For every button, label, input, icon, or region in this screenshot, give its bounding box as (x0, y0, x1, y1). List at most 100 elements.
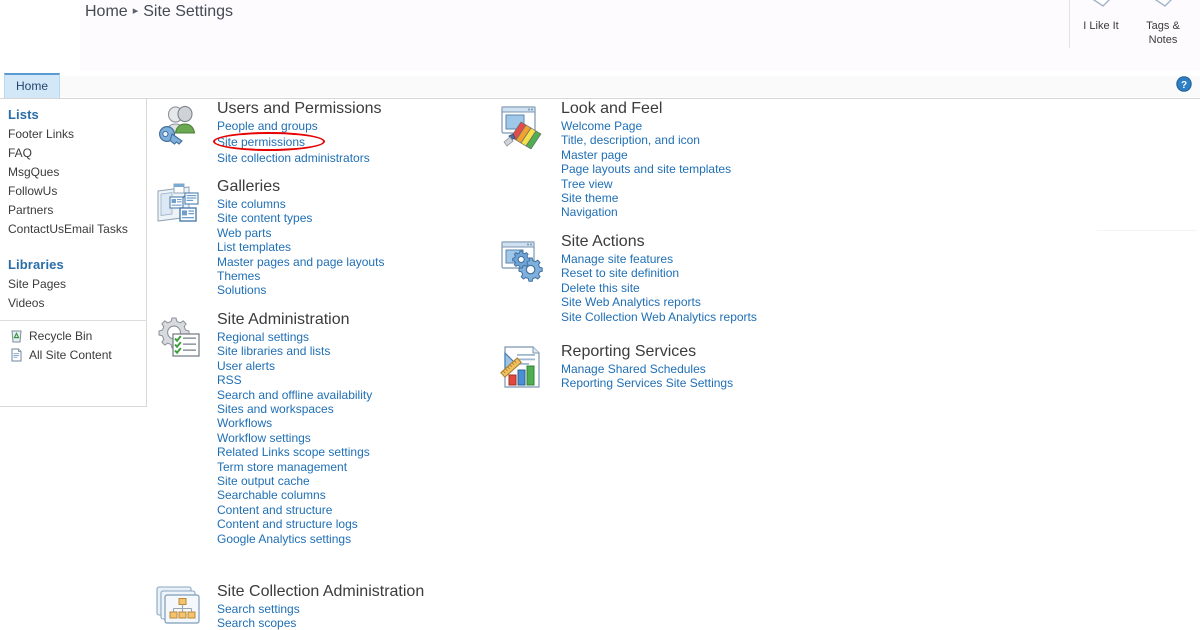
link-site-collection-administrators[interactable]: Site collection administrators (217, 151, 495, 165)
link-list-templates[interactable]: List templates (217, 240, 495, 254)
link-reporting-services-site-settings[interactable]: Reporting Services Site Settings (561, 376, 919, 390)
sidebar-item-contactusemail-tasks[interactable]: ContactUsEmail Tasks (0, 220, 146, 239)
link-site-permissions[interactable]: Site permissions (217, 135, 305, 149)
top-bar: Home ▸ Site Settings I Like It Tags & No… (0, 0, 1200, 71)
group-galleries: Galleries Site columns Site content type… (155, 177, 495, 310)
tab-strip: Home ? (0, 71, 1200, 99)
sidebar-item-videos[interactable]: Videos (0, 294, 146, 313)
sidebar-item-site-pages[interactable]: Site Pages (0, 275, 146, 294)
link-site-columns[interactable]: Site columns (217, 197, 495, 211)
social-actions: I Like It Tags & Notes (1069, 0, 1194, 58)
link-regional-settings[interactable]: Regional settings (217, 330, 495, 344)
link-solutions[interactable]: Solutions (217, 283, 495, 297)
sidebar-header-libraries: Libraries (8, 257, 64, 272)
recycle-bin-icon (10, 329, 23, 343)
tags-and-notes-button[interactable]: Tags & Notes (1132, 0, 1194, 46)
link-term-store-management[interactable]: Term store management (217, 460, 495, 474)
link-workflows[interactable]: Workflows (217, 416, 495, 430)
link-search-settings[interactable]: Search settings (217, 602, 495, 616)
group-users-and-permissions: Users and Permissions People and groups … (155, 99, 495, 177)
link-people-and-groups[interactable]: People and groups (217, 119, 495, 133)
recycle-bin-label: Recycle Bin (29, 329, 93, 343)
link-navigation[interactable]: Navigation (561, 205, 919, 219)
group-body-site-administration: Site Administration Regional settings Si… (155, 310, 495, 546)
breadcrumb-home[interactable]: Home (85, 3, 128, 20)
galleries-icon (155, 181, 203, 227)
document-page-icon (10, 348, 23, 362)
sidebar-item-all-site-content[interactable]: All Site Content (0, 346, 146, 365)
sidebar-divider (0, 320, 146, 321)
sidebar-item-faq[interactable]: FAQ (0, 144, 146, 163)
link-content-and-structure-logs[interactable]: Content and structure logs (217, 517, 495, 531)
svg-text:?: ? (1181, 80, 1187, 91)
reporting-services-icon (499, 345, 547, 391)
link-rss[interactable]: RSS (217, 373, 495, 387)
group-body-site-collection-administration: Site Collection Administration Search se… (155, 582, 495, 630)
link-sites-and-workspaces[interactable]: Sites and workspaces (217, 402, 495, 416)
link-related-links-scope-settings[interactable]: Related Links scope settings (217, 445, 495, 459)
group-body-look-and-feel: Look and Feel Welcome Page Title, descri… (499, 99, 919, 220)
group-site-administration: Site Administration Regional settings Si… (155, 310, 495, 560)
link-site-content-types[interactable]: Site content types (217, 211, 495, 225)
link-user-alerts[interactable]: User alerts (217, 359, 495, 373)
sidebar-header-lists: Lists (8, 107, 39, 122)
link-themes[interactable]: Themes (217, 269, 495, 283)
site-settings-content: Users and Permissions People and groups … (147, 99, 1200, 630)
breadcrumb-current: Site Settings (143, 3, 234, 20)
link-master-pages-and-page-layouts[interactable]: Master pages and page layouts (217, 255, 495, 269)
link-page-layouts-and-site-templates[interactable]: Page layouts and site templates (561, 162, 919, 176)
sidebar-item-footer-links[interactable]: Footer Links (0, 125, 146, 144)
link-master-page[interactable]: Master page (561, 148, 919, 162)
decorative-rule (1097, 230, 1197, 231)
group-look-and-feel: Look and Feel Welcome Page Title, descri… (499, 99, 919, 232)
link-site-theme[interactable]: Site theme (561, 191, 919, 205)
link-site-libraries-and-lists[interactable]: Site libraries and lists (217, 344, 495, 358)
group-reporting-services: Reporting Services Manage Shared Schedul… (499, 342, 919, 391)
link-tree-view[interactable]: Tree view (561, 177, 919, 191)
link-site-output-cache[interactable]: Site output cache (217, 474, 495, 488)
highlighted-link-wrapper: Site permissions (213, 132, 325, 152)
tag-notes-icon (1132, 0, 1194, 18)
site-collection-icon (155, 584, 203, 630)
link-title-description-and-icon[interactable]: Title, description, and icon (561, 133, 919, 147)
breadcrumb-separator-icon: ▸ (132, 5, 139, 17)
link-site-collection-web-analytics-reports[interactable]: Site Collection Web Analytics reports (561, 310, 919, 324)
link-search-and-offline-availability[interactable]: Search and offline availability (217, 388, 495, 402)
users-key-icon (155, 103, 203, 149)
link-searchable-columns[interactable]: Searchable columns (217, 488, 495, 502)
link-search-scopes[interactable]: Search scopes (217, 616, 495, 630)
link-workflow-settings[interactable]: Workflow settings (217, 431, 495, 445)
left-sidebar: Lists Footer Links FAQ MsgQues FollowUs … (0, 99, 147, 407)
tags-and-notes-label-line2: Notes (1148, 34, 1178, 46)
group-title-reporting-services: Reporting Services (561, 343, 697, 360)
group-title-site-actions: Site Actions (561, 233, 645, 250)
link-content-and-structure[interactable]: Content and structure (217, 503, 495, 517)
link-web-parts[interactable]: Web parts (217, 226, 495, 240)
group-title-site-collection-administration: Site Collection Administration (217, 583, 425, 600)
sidebar-item-followus[interactable]: FollowUs (0, 182, 146, 201)
site-actions-icon (499, 238, 547, 284)
sidebar-item-recycle-bin[interactable]: Recycle Bin (0, 327, 146, 346)
tab-home[interactable]: Home (4, 73, 61, 98)
link-manage-site-features[interactable]: Manage site features (561, 252, 919, 266)
sidebar-item-partners[interactable]: Partners (0, 201, 146, 220)
group-body-users-and-permissions: Users and Permissions People and groups … (155, 99, 495, 166)
group-site-collection-administration: Site Collection Administration Search se… (155, 582, 495, 630)
sidebar-item-msgques[interactable]: MsgQues (0, 163, 146, 182)
link-google-analytics-settings[interactable]: Google Analytics settings (217, 532, 495, 546)
top-bar-left-spacer (0, 0, 80, 71)
look-and-feel-icon (499, 103, 547, 149)
gear-checklist-icon (155, 316, 203, 362)
i-like-it-button[interactable]: I Like It (1070, 0, 1132, 32)
link-reset-to-site-definition[interactable]: Reset to site definition (561, 266, 919, 280)
group-site-actions: Site Actions Manage site features Reset … (499, 232, 919, 337)
settings-column-left: Users and Permissions People and groups … (155, 99, 495, 630)
link-site-web-analytics-reports[interactable]: Site Web Analytics reports (561, 295, 919, 309)
link-delete-this-site[interactable]: Delete this site (561, 281, 919, 295)
link-welcome-page[interactable]: Welcome Page (561, 119, 919, 133)
link-manage-shared-schedules[interactable]: Manage Shared Schedules (561, 362, 919, 376)
help-icon[interactable]: ? (1176, 76, 1192, 92)
tags-and-notes-label-line1: Tags & (1146, 20, 1180, 32)
settings-column-right: Look and Feel Welcome Page Title, descri… (499, 99, 919, 391)
